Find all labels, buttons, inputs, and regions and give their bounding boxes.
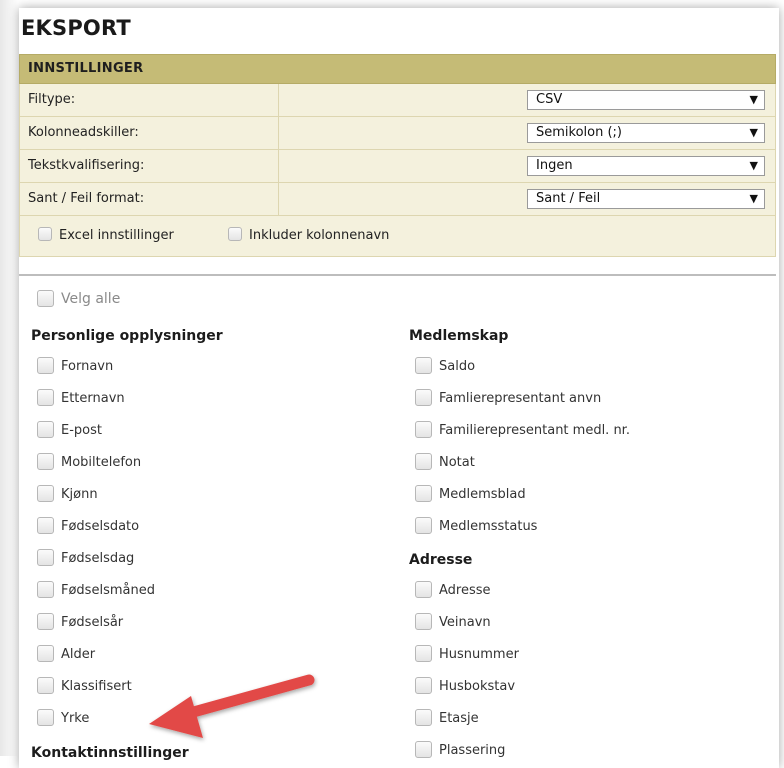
- annotation-arrow-icon: [149, 674, 315, 738]
- export-panel: EKSPORT INNSTILLINGER Filtype: CSV ▼ Kol…: [19, 8, 779, 768]
